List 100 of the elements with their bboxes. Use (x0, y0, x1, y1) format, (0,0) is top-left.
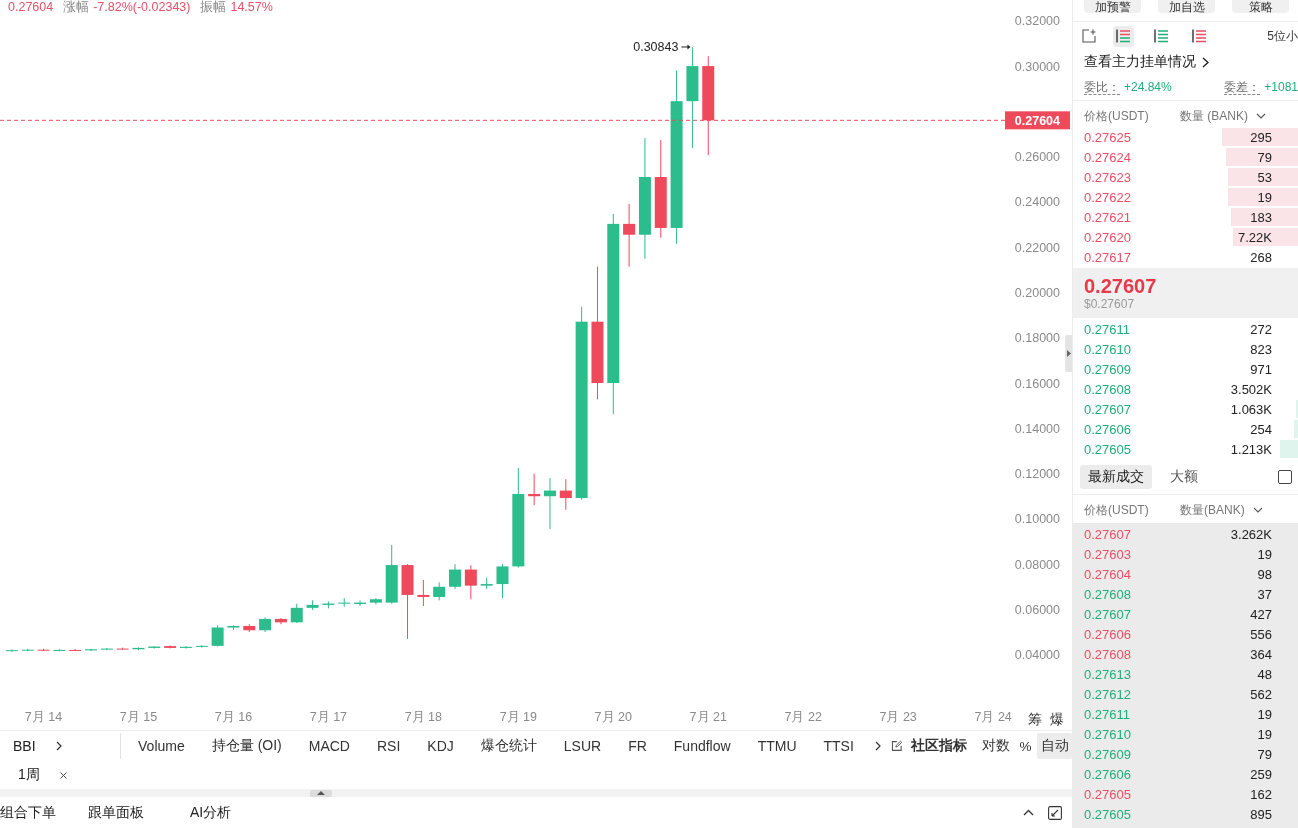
action-button[interactable]: 加预警 (1084, 0, 1141, 13)
x-axis-label: 7月 16 (214, 710, 253, 724)
scale-mode-button[interactable]: % (1016, 733, 1035, 759)
bid-row[interactable]: 0.27610 823 (1073, 339, 1298, 359)
candle (290, 603, 303, 624)
column-header: 价格(USDT) (1084, 501, 1150, 519)
close-icon[interactable] (59, 771, 67, 779)
checkbox[interactable] (1278, 470, 1292, 484)
ask-row[interactable]: 0.27620 7.22K (1073, 227, 1298, 247)
trade-amount: 562 (1250, 686, 1272, 702)
candle (69, 648, 82, 652)
chevron-up-icon[interactable] (1023, 809, 1034, 816)
scale-mode-button[interactable]: 自动 (1037, 733, 1072, 759)
edit-icon[interactable] (891, 740, 903, 752)
indicator-tab[interactable]: KDJ (413, 733, 468, 759)
collapse-handle[interactable] (1065, 335, 1072, 372)
bid-row[interactable]: 0.27609 971 (1073, 359, 1298, 379)
ask-amount: 19 (1257, 189, 1272, 205)
trade-amount: 79 (1257, 746, 1272, 762)
square-arrow-icon[interactable] (1048, 805, 1062, 820)
indicator-tab[interactable]: Volume (124, 733, 199, 759)
trade-amount: 259 (1250, 766, 1272, 782)
trade-price: 0.27606 (1084, 626, 1131, 642)
ask-row[interactable]: 0.27624 79 (1073, 147, 1298, 167)
indicator-tab[interactable]: 持仓量 (OI) (198, 733, 296, 759)
indicator-tab[interactable]: FR (614, 733, 661, 759)
bid-price: 0.27607 (1084, 401, 1131, 417)
action-button[interactable]: 加自选 (1158, 0, 1215, 13)
trade-price: 0.27610 (1084, 726, 1131, 742)
y-axis-label: 0.18000 (1014, 331, 1060, 346)
trade-amount: 37 (1257, 586, 1272, 602)
candle (5, 649, 18, 653)
x-axis-label: 7月 21 (689, 710, 727, 724)
y-axis-label: 0.22000 (1014, 240, 1060, 255)
bid-price: 0.27605 (1084, 441, 1131, 457)
indicator-tab[interactable]: Fundflow (660, 733, 745, 759)
candle (195, 644, 208, 649)
indicator-tab[interactable]: MACD (295, 733, 364, 759)
y-axis-label: 0.04000 (1014, 648, 1060, 663)
panel-tab[interactable]: AI分析 (190, 798, 232, 827)
interval-tag[interactable]: 1周 (18, 764, 40, 786)
y-axis-label: 0.32000 (1014, 14, 1060, 29)
bid-row[interactable]: 0.27608 3.502K (1073, 379, 1298, 399)
trades-tab[interactable]: 最新成交 (1080, 465, 1152, 489)
chevron-down-icon[interactable] (1256, 113, 1266, 119)
column-header[interactable]: 数量 (BANK) (1180, 107, 1248, 125)
x-axis-label: 7月 20 (594, 710, 632, 724)
candle (464, 564, 477, 600)
chart-toggle-button[interactable]: 爆 (1050, 710, 1064, 728)
indicator-tab[interactable]: TTMU (744, 733, 810, 759)
candle (338, 597, 351, 608)
scale-mode-button[interactable]: 对数 (979, 733, 1014, 759)
chevron-right-icon (1202, 56, 1209, 68)
y-axis-label: 0.08000 (1014, 557, 1060, 572)
action-button[interactable]: 策略 (1232, 0, 1289, 13)
decimals-selector[interactable]: 5位小 (1267, 27, 1298, 45)
trades-tab[interactable]: 大额 (1162, 465, 1206, 489)
community-indicators-button[interactable]: 社区指标 (907, 733, 971, 759)
bid-row[interactable]: 0.27611 272 (1073, 319, 1298, 339)
candle (480, 577, 493, 590)
book-view-button[interactable] (1113, 25, 1134, 47)
bid-amount: 971 (1250, 361, 1272, 377)
ask-price: 0.27625 (1084, 129, 1131, 145)
bid-row[interactable]: 0.27607 1.063K (1073, 399, 1298, 419)
ask-price: 0.27621 (1084, 209, 1131, 225)
bid-row[interactable]: 0.27605 1.213K (1073, 439, 1298, 459)
bid-price: 0.27611 (1084, 321, 1131, 337)
resize-handle[interactable] (310, 789, 332, 797)
ask-row[interactable]: 0.27623 53 (1073, 167, 1298, 187)
trade-amount: 895 (1250, 806, 1272, 822)
indicator-tab[interactable]: TTSI (810, 733, 868, 759)
ask-row[interactable]: 0.27621 183 (1073, 207, 1298, 227)
ask-row[interactable]: 0.27617 268 (1073, 247, 1298, 267)
indicator-tab[interactable]: RSI (363, 733, 414, 759)
trade-price: 0.27605 (1084, 806, 1131, 822)
ask-row[interactable]: 0.27622 19 (1073, 187, 1298, 207)
ask-row[interactable]: 0.27625 295 (1073, 127, 1298, 147)
bid-row[interactable]: 0.27606 254 (1073, 419, 1298, 439)
indicator-tab[interactable]: LSUR (550, 733, 615, 759)
column-header[interactable]: 数量(BANK) (1180, 501, 1245, 519)
trade-price: 0.27603 (1084, 546, 1131, 562)
candle (85, 648, 97, 652)
square-plus-icon[interactable] (1082, 29, 1096, 43)
main-indicator-menu[interactable]: BBI (0, 733, 70, 759)
trade-amount: 19 (1257, 546, 1272, 562)
trade-price: 0.27608 (1084, 586, 1131, 602)
chart-toggle-button[interactable]: 筹 (1028, 710, 1042, 728)
panel-tab[interactable]: 跟单面板 (88, 798, 144, 827)
x-axis-label: 7月 19 (499, 710, 537, 724)
panel-tab[interactable]: 组合下单 (0, 798, 56, 827)
candle (116, 647, 129, 651)
y-axis-label: 0.16000 (1014, 376, 1060, 391)
candle (369, 597, 382, 605)
y-axis-label: 0.30000 (1014, 59, 1060, 74)
big-orders-link[interactable]: 查看主力挂单情况 (1073, 50, 1298, 74)
candle (322, 601, 335, 609)
trade-amount: 427 (1250, 606, 1272, 622)
list-lines-icon (1192, 29, 1207, 43)
chevron-down-icon[interactable] (1252, 507, 1263, 513)
indicator-tab[interactable]: 爆仓统计 (467, 733, 551, 759)
